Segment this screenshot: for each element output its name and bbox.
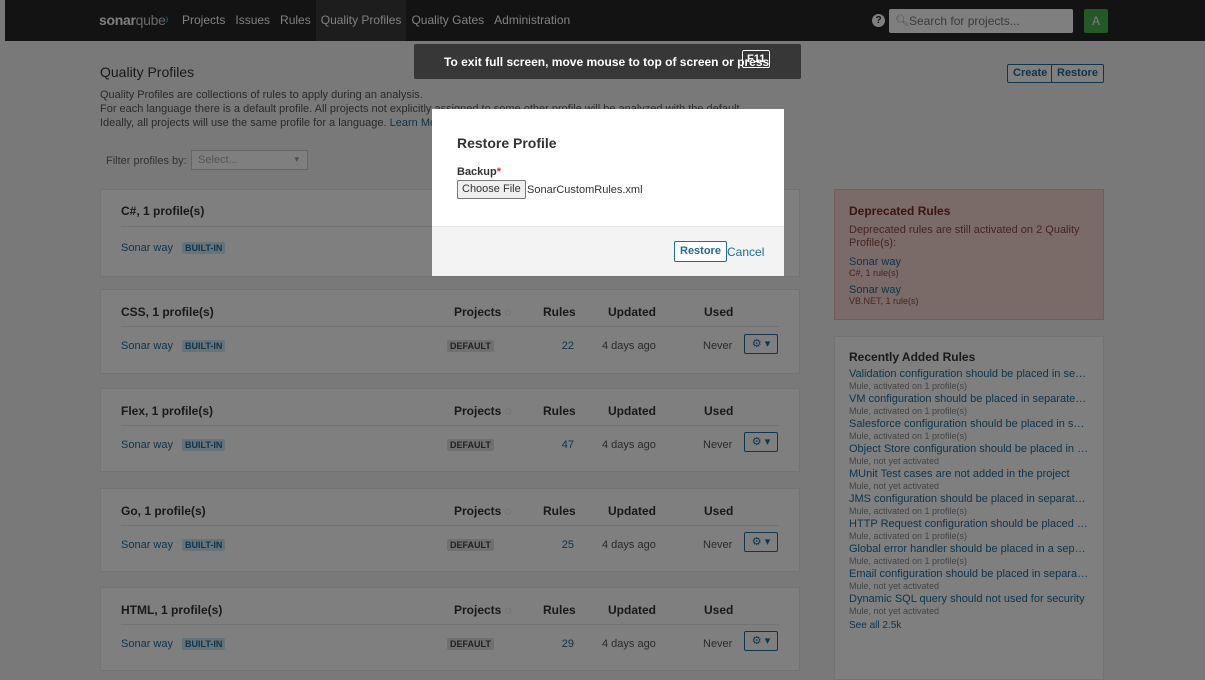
modal-backdrop[interactable] [0, 0, 1205, 680]
choose-file-button[interactable]: Choose File [457, 180, 526, 199]
fullscreen-exit-text: To exit full screen, move mouse to top o… [444, 55, 770, 69]
modal-title: Restore Profile [457, 135, 557, 151]
modal-footer: Restore Cancel [432, 226, 784, 276]
fullscreen-exit-banner: To exit full screen, move mouse to top o… [414, 44, 801, 79]
restore-profile-modal: Restore Profile Backup* Choose File Sona… [432, 109, 784, 276]
backup-field-label: Backup* [457, 166, 501, 178]
modal-cancel-link[interactable]: Cancel [727, 245, 764, 259]
backup-label-text: Backup [457, 166, 497, 178]
f11-key-hint: F11 [742, 50, 771, 68]
required-marker: * [496, 166, 502, 178]
modal-restore-button[interactable]: Restore [674, 241, 727, 262]
selected-file-name: SonarCustomRules.xml [527, 184, 643, 196]
